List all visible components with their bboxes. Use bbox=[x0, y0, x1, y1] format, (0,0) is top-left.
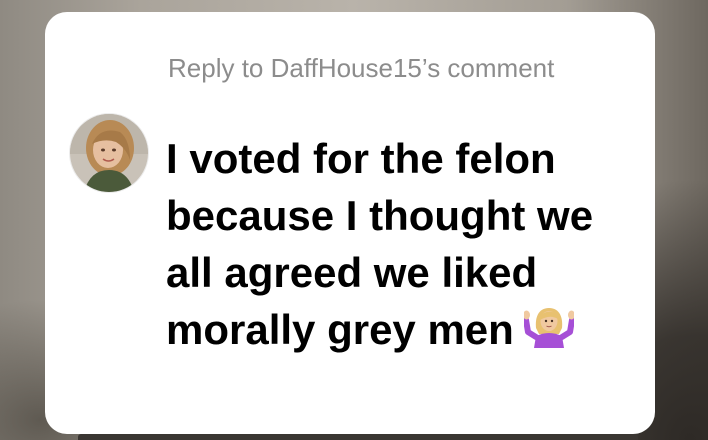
person-shrugging-emoji bbox=[522, 304, 575, 362]
chevron-left-icon bbox=[48, 18, 82, 80]
comment-text: I voted for the felon because I thought … bbox=[166, 130, 636, 362]
comment-reply-sticker[interactable]: Reply to DaffHouse15’s comment I voted f… bbox=[45, 12, 655, 434]
back-button[interactable] bbox=[40, 14, 88, 84]
shrug-icon bbox=[522, 308, 575, 348]
reply-to-label: Reply to DaffHouse15’s comment bbox=[168, 53, 555, 83]
user-avatar-image bbox=[70, 114, 148, 192]
avatar[interactable] bbox=[69, 113, 149, 193]
next-element-edge bbox=[78, 434, 638, 440]
